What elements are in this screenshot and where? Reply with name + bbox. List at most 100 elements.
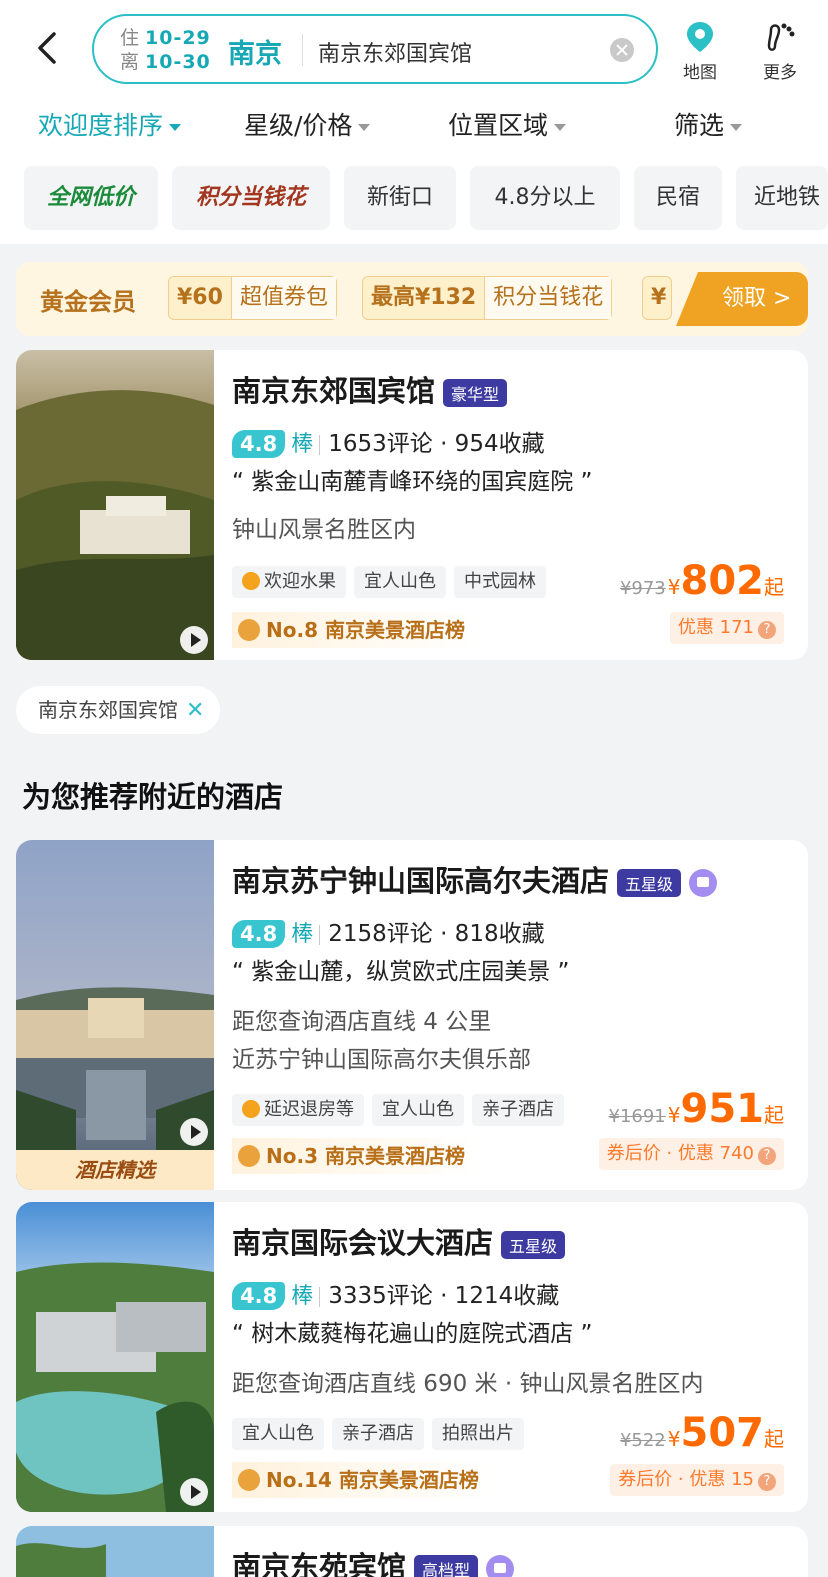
active-filter-label: 南京东郊国宾馆	[38, 698, 178, 722]
tag: 亲子酒店	[332, 1418, 424, 1450]
hotel-info: 南京国际会议大酒店 五星级 4.8 棒 3335评论 · 1214收藏 “ 树木葳蕤梅…	[232, 1202, 798, 1512]
hotel-name-row: 南京苏宁钟山国际高尔夫酒店 五星级	[232, 858, 718, 900]
review-stats: 3335评论 · 1214收藏	[328, 1283, 560, 1309]
more-label: 更多	[763, 63, 797, 83]
coupon-amount: ¥60	[177, 285, 223, 310]
play-video-icon[interactable]	[180, 1478, 208, 1506]
tag: 延迟退房等	[232, 1094, 364, 1126]
hotel-quote: “ 紫金山麓，纵赏欧式庄园美景 ”	[232, 959, 570, 985]
gold-member-banner[interactable]: 黄金会员 ¥60 超值券包 最高¥132 积分当钱花 ¥ 领取 >	[16, 262, 808, 336]
checkout-label: 离	[120, 51, 140, 73]
rating-score: 4.8	[232, 430, 286, 458]
rating-word: 棒	[291, 432, 314, 457]
map-label: 地图	[683, 63, 717, 83]
active-filter-chip[interactable]: 南京东郊国宾馆 ✕	[16, 686, 221, 734]
price: ¥973 ¥802起	[620, 558, 784, 604]
hotel-card[interactable]: 酒店精选 南京苏宁钟山国际高尔夫酒店 五星级 4.8 棒 2158评论 · 818收藏…	[16, 840, 808, 1190]
play-video-icon[interactable]	[180, 626, 208, 654]
hotel-card[interactable]: 南京东郊国宾馆 豪华型 4.8 棒 1653评论 · 954收藏 “ 紫金山南麓青峰环…	[16, 350, 808, 660]
sort-star-price-label: 星级/价格	[244, 111, 353, 140]
caret-down-icon	[730, 123, 743, 131]
price-from-label: 起	[764, 575, 784, 599]
ranking-badge[interactable]: No.8 南京美景酒店榜	[232, 612, 475, 648]
discount-text: 券后价 · 优惠 740	[606, 1143, 754, 1164]
hotel-quote: “ 树木葳蕤梅花遍山的庭院式酒店 ”	[232, 1321, 593, 1347]
sort-bar: 欢迎度排序 星级/价格 位置区域 筛选	[0, 106, 828, 150]
sort-popularity[interactable]: 欢迎度排序	[38, 106, 182, 142]
hotel-card[interactable]: 南京东苑宾馆 高档型	[16, 1526, 808, 1577]
section-title: 为您推荐附近的酒店	[22, 780, 284, 814]
tag: 亲子酒店	[472, 1094, 564, 1126]
tag: 中式园林	[454, 566, 546, 598]
discount-text: 券后价 · 优惠 15	[618, 1469, 754, 1490]
date-range[interactable]: 住 10-29 离 10-30	[120, 26, 211, 74]
hotel-card[interactable]: 南京国际会议大酒店 五星级 4.8 棒 3335评论 · 1214收藏 “ 树木葳蕤梅…	[16, 1202, 808, 1512]
location-pin-icon	[687, 22, 713, 52]
hotel-grade-badge: 五星级	[617, 869, 682, 897]
discount-badge[interactable]: 券后价 · 优惠 15?	[610, 1464, 784, 1496]
rating-word: 棒	[291, 922, 314, 947]
ranking-text: No.14 南京美景酒店榜	[266, 1468, 479, 1492]
hotel-distance: 距您查询酒店直线 4 公里	[232, 1009, 492, 1035]
price: ¥1691 ¥951起	[609, 1086, 785, 1132]
quick-filter-xinjiekou[interactable]: 新街口	[344, 166, 456, 230]
discount-badge[interactable]: 优惠 171?	[669, 612, 784, 644]
hotel-distance: 距您查询酒店直线 690 米 · 钟山风景名胜区内	[232, 1371, 704, 1397]
claim-button[interactable]: 领取 >	[676, 272, 808, 326]
hotel-name-row: 南京东苑宾馆 高档型	[232, 1544, 515, 1577]
search-input[interactable]: 南京东郊国宾馆	[318, 36, 472, 68]
caret-down-icon	[358, 123, 371, 131]
discount-badge[interactable]: 券后价 · 优惠 740?	[598, 1138, 784, 1170]
sort-filter[interactable]: 筛选	[674, 106, 743, 142]
ranking-text: No.3 南京美景酒店榜	[266, 1144, 465, 1168]
divider	[319, 434, 321, 455]
divider	[302, 34, 303, 66]
current-price: 951	[680, 1086, 765, 1132]
tag-row: 欢迎水果 宜人山色 中式园林	[232, 566, 554, 598]
sort-location[interactable]: 位置区域	[448, 106, 567, 142]
hotel-photo[interactable]	[16, 1202, 214, 1512]
hotel-name: 南京国际会议大酒店	[232, 1226, 494, 1260]
hotel-info: 南京苏宁钟山国际高尔夫酒店 五星级 4.8 棒 2158评论 · 818收藏 “ 紫金…	[232, 840, 798, 1190]
hotel-info: 南京东苑宾馆 高档型	[232, 1526, 798, 1577]
quick-filter-homestay[interactable]: 民宿	[634, 166, 722, 230]
hotel-photo[interactable]	[16, 350, 214, 660]
more-offer-amount: ¥	[651, 285, 667, 310]
points-text: 积分当钱花	[484, 277, 612, 319]
current-price: 802	[680, 558, 765, 604]
review-stats: 2158评论 · 818收藏	[328, 921, 545, 947]
rating-score: 4.8	[232, 1282, 286, 1310]
rating-row: 4.8 棒 3335评论 · 1214收藏	[232, 1276, 559, 1310]
back-arrow-icon[interactable]	[28, 28, 68, 68]
checkin-date: 10-29	[145, 27, 211, 49]
tag: 拍照出片	[432, 1418, 524, 1450]
quick-filter-lowest-price[interactable]: 全网低价	[24, 166, 158, 230]
points-offer: 最高¥132 积分当钱花	[362, 276, 613, 320]
more-offer: ¥	[642, 276, 672, 320]
footprint-icon	[767, 23, 795, 51]
hotel-photo[interactable]	[16, 1526, 214, 1577]
quick-filter-score[interactable]: 4.8分以上	[470, 166, 620, 230]
hotel-name-row: 南京东郊国宾馆 豪华型	[232, 368, 508, 410]
close-icon[interactable]: ✕	[186, 698, 204, 723]
quick-filter-metro[interactable]: 近地铁	[736, 166, 828, 230]
sort-filter-label: 筛选	[674, 111, 725, 140]
top-bar: 住 10-29 离 10-30 南京 南京东郊国宾馆 地图 更多 欢迎度排序 星级/…	[0, 0, 828, 244]
quick-filter-points[interactable]: 积分当钱花	[172, 166, 330, 230]
ranking-badge[interactable]: No.14 南京美景酒店榜	[232, 1462, 489, 1498]
currency: ¥	[667, 575, 681, 599]
city-selector[interactable]: 南京	[228, 32, 282, 71]
thumbs-up-icon	[486, 1555, 515, 1577]
map-button[interactable]: 地图	[670, 20, 730, 83]
play-video-icon[interactable]	[180, 1118, 208, 1146]
featured-badge: 酒店精选	[16, 1150, 214, 1190]
current-price: 507	[680, 1410, 765, 1456]
hotel-grade-badge: 高档型	[414, 1555, 479, 1577]
ranking-badge[interactable]: No.3 南京美景酒店榜	[232, 1138, 475, 1174]
sort-star-price[interactable]: 星级/价格	[244, 106, 371, 142]
more-button[interactable]: 更多	[750, 20, 810, 83]
search-box[interactable]: 住 10-29 离 10-30 南京 南京东郊国宾馆	[92, 14, 658, 84]
original-price: ¥973	[619, 578, 666, 599]
points-amount: 最高¥132	[371, 285, 477, 310]
clear-icon[interactable]	[610, 38, 634, 62]
